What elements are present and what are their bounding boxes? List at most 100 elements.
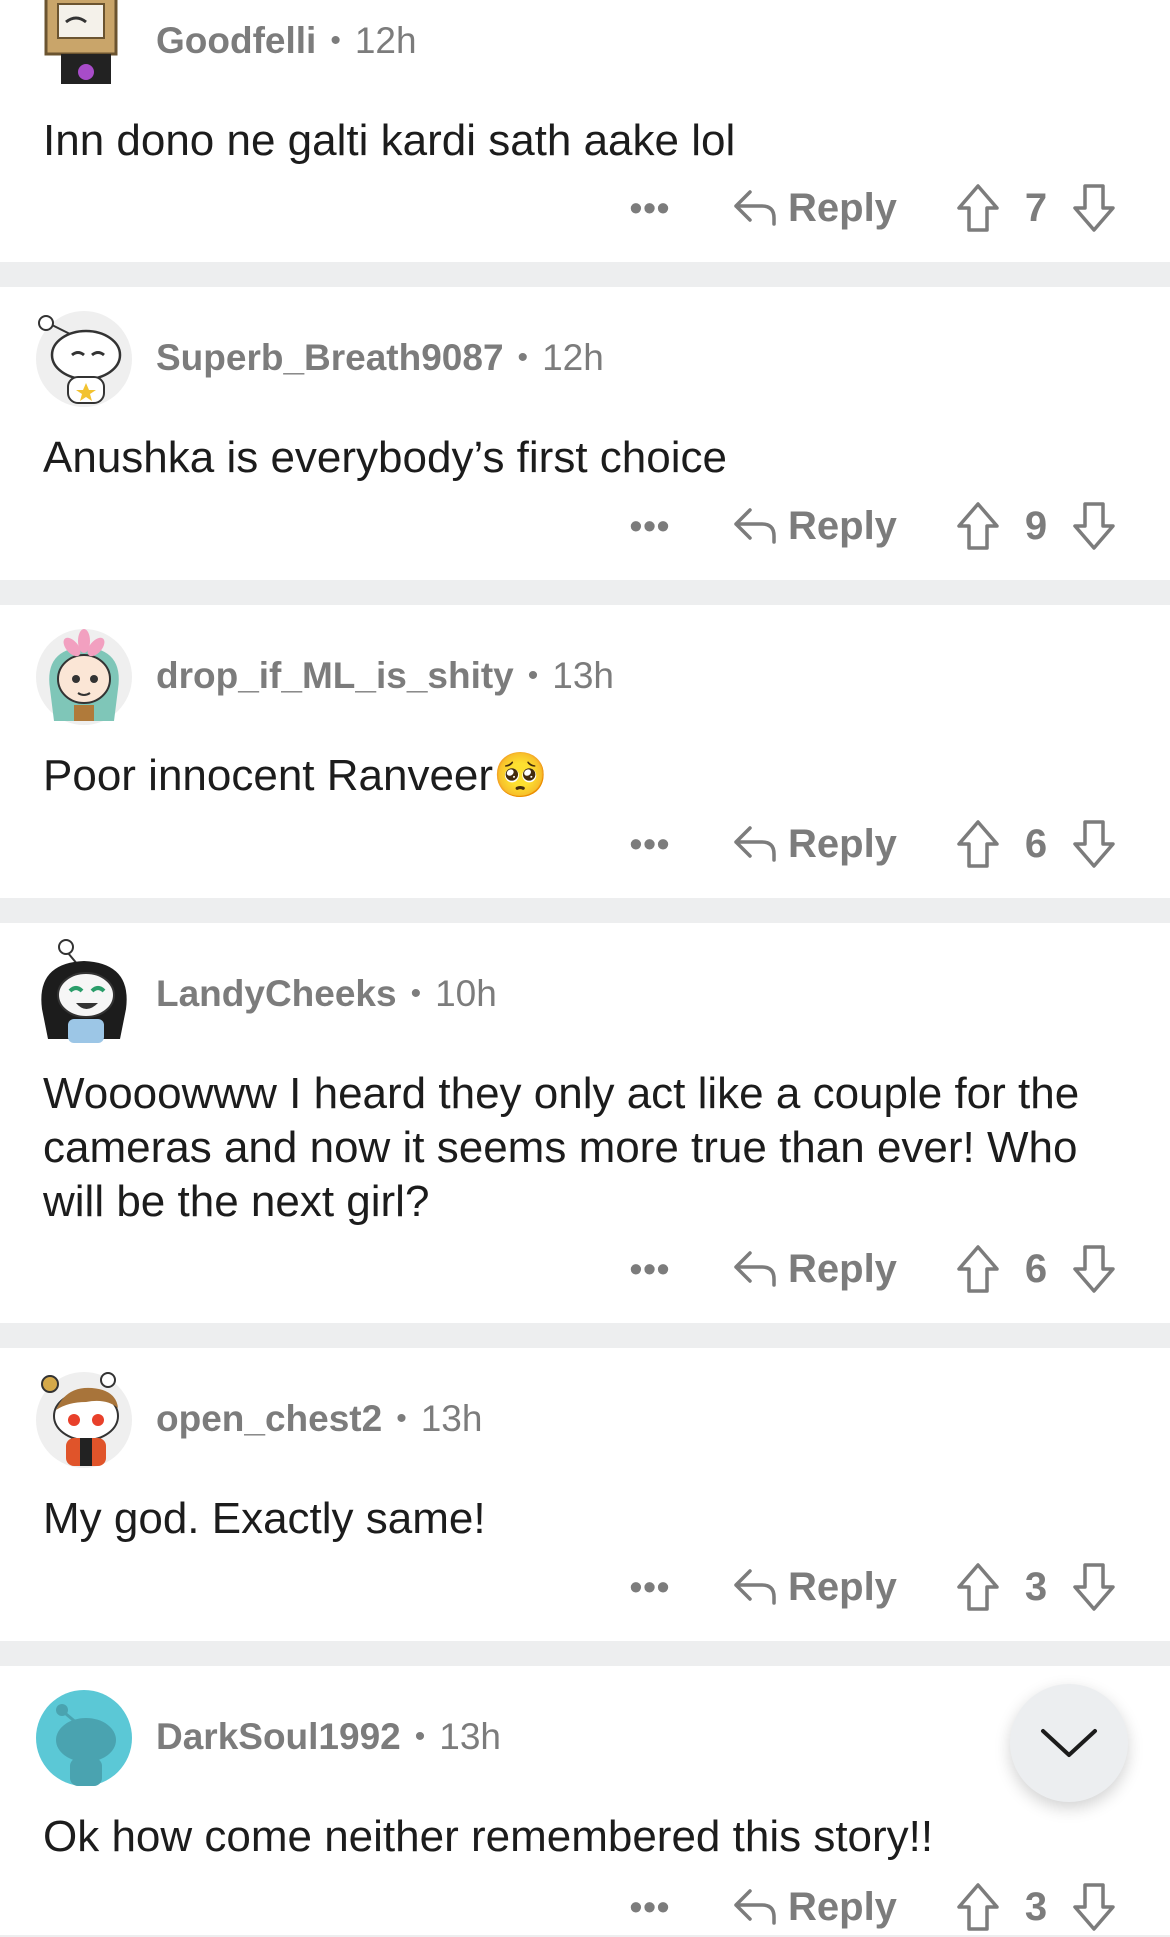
comment-header: DarkSoul1992 • 13h <box>156 1712 501 1762</box>
timestamp: 13h <box>552 655 615 696</box>
username[interactable]: DarkSoul1992 <box>156 1716 401 1758</box>
upvote-arrow-icon <box>957 1563 999 1611</box>
upvote-button[interactable] <box>955 500 1001 552</box>
downvote-arrow-icon <box>1073 1883 1115 1931</box>
downvote-button[interactable] <box>1071 182 1117 234</box>
reply-label: Reply <box>788 503 897 548</box>
reply-button[interactable]: Reply <box>732 822 897 867</box>
comment-body: Poor innocent Ranveer🥺 <box>43 749 1133 803</box>
avatar[interactable] <box>36 1372 132 1468</box>
reply-arrow-icon <box>734 508 776 544</box>
timestamp: 10h <box>435 973 497 1014</box>
avatar[interactable] <box>36 0 132 90</box>
upvote-arrow-icon <box>957 820 999 868</box>
comment-actions: ••• Reply 3 <box>620 1557 1117 1617</box>
username[interactable]: Goodfelli <box>156 20 316 62</box>
comment: Superb_Breath9087 • 12h Anushka is every… <box>0 287 1170 580</box>
scroll-down-button[interactable] <box>1010 1684 1128 1802</box>
comment: DarkSoul1992 • 13h Ok how come neither r… <box>0 1666 1170 1935</box>
reply-button[interactable]: Reply <box>732 1565 897 1610</box>
more-options-button[interactable]: ••• <box>620 190 680 226</box>
upvote-arrow-icon <box>957 1883 999 1931</box>
comment-body: My god. Exactly same! <box>43 1494 486 1543</box>
username[interactable]: LandyCheeks <box>156 973 397 1015</box>
downvote-arrow-icon <box>1073 502 1115 550</box>
more-options-button[interactable]: ••• <box>620 826 680 862</box>
vote-score: 3 <box>1024 1884 1048 1929</box>
vote-score: 7 <box>1024 185 1048 230</box>
downvote-arrow-icon <box>1073 1245 1115 1293</box>
comment: open_chest2 • 13h My god. Exactly same! … <box>0 1348 1170 1641</box>
avatar[interactable] <box>36 311 132 407</box>
downvote-button[interactable] <box>1071 500 1117 552</box>
upvote-arrow-icon <box>957 184 999 232</box>
downvote-arrow-icon <box>1073 1563 1115 1611</box>
avatar[interactable] <box>36 939 132 1043</box>
username[interactable]: open_chest2 <box>156 1398 382 1440</box>
vote-score: 6 <box>1024 1246 1048 1291</box>
timestamp: 12h <box>354 20 417 61</box>
timestamp: 13h <box>420 1398 483 1439</box>
downvote-button[interactable] <box>1071 1561 1117 1613</box>
more-options-button[interactable]: ••• <box>620 1251 680 1287</box>
timestamp: 13h <box>439 1716 501 1757</box>
upvote-button[interactable] <box>955 1881 1001 1933</box>
more-options-button[interactable]: ••• <box>620 1569 680 1605</box>
downvote-arrow-icon <box>1073 184 1115 232</box>
username[interactable]: drop_if_ML_is_shity <box>156 655 514 697</box>
comment-actions: ••• Reply 9 <box>620 496 1117 556</box>
dark-hair-avatar-icon <box>41 939 127 1043</box>
reply-arrow-icon <box>734 1889 776 1925</box>
reply-button[interactable]: Reply <box>732 504 897 549</box>
downvote-button[interactable] <box>1071 818 1117 870</box>
reply-button[interactable]: Reply <box>732 1885 897 1930</box>
chevron-down-icon <box>1041 1729 1097 1757</box>
comment-body: Ok how come neither remembered this stor… <box>43 1812 934 1861</box>
comment-body: Woooowww I heard they only act like a co… <box>43 1069 1080 1226</box>
vote-score: 3 <box>1024 1564 1048 1609</box>
comment-actions: ••• Reply 3 <box>620 1877 1117 1937</box>
downvote-arrow-icon <box>1073 820 1115 868</box>
comment-header: LandyCheeks • 10h <box>156 969 497 1019</box>
downvote-button[interactable] <box>1071 1243 1117 1295</box>
more-options-button[interactable]: ••• <box>620 508 680 544</box>
brown-hair-avatar-icon <box>41 1372 119 1466</box>
comment: LandyCheeks • 10h Woooowww I heard they … <box>0 923 1170 1323</box>
separator-dot: • <box>396 1402 407 1435</box>
separator-dot: • <box>330 24 341 57</box>
reply-arrow-icon <box>734 1251 776 1287</box>
separator-dot: • <box>527 659 539 692</box>
comment-header: open_chest2 • 13h <box>156 1394 482 1444</box>
separator-dot: • <box>414 1720 426 1753</box>
downvote-button[interactable] <box>1071 1881 1117 1933</box>
upvote-arrow-icon <box>957 502 999 550</box>
comment-header: Superb_Breath9087 • 12h <box>156 333 604 383</box>
reply-label: Reply <box>788 1246 897 1291</box>
comment-body: Inn dono ne galti kardi sath aake lol <box>43 116 736 165</box>
box-head-avatar-icon <box>44 0 118 84</box>
reply-label: Reply <box>788 1564 897 1609</box>
reply-button[interactable]: Reply <box>732 186 897 231</box>
upvote-button[interactable] <box>955 182 1001 234</box>
vote-score: 9 <box>1024 503 1048 548</box>
username[interactable]: Superb_Breath9087 <box>156 337 504 379</box>
reply-button[interactable]: Reply <box>732 1247 897 1292</box>
upvote-button[interactable] <box>955 1243 1001 1295</box>
upvote-button[interactable] <box>955 818 1001 870</box>
avatar[interactable] <box>36 629 132 725</box>
separator-dot: • <box>410 977 422 1010</box>
reply-arrow-icon <box>734 826 776 862</box>
more-options-button[interactable]: ••• <box>620 1889 680 1925</box>
upvote-button[interactable] <box>955 1561 1001 1613</box>
reply-label: Reply <box>788 821 897 866</box>
vote-score: 6 <box>1024 821 1048 866</box>
comment-header: drop_if_ML_is_shity • 13h <box>156 651 614 701</box>
comment-actions: ••• Reply 6 <box>620 814 1117 874</box>
snoo-white-avatar-icon <box>38 315 122 404</box>
comment-header: Goodfelli • 12h <box>156 16 417 66</box>
avatar[interactable] <box>36 1690 132 1786</box>
reply-arrow-icon <box>734 1569 776 1605</box>
timestamp: 12h <box>542 337 604 378</box>
separator-dot: • <box>517 341 529 374</box>
comment-text: Poor innocent Ranveer <box>43 751 494 800</box>
